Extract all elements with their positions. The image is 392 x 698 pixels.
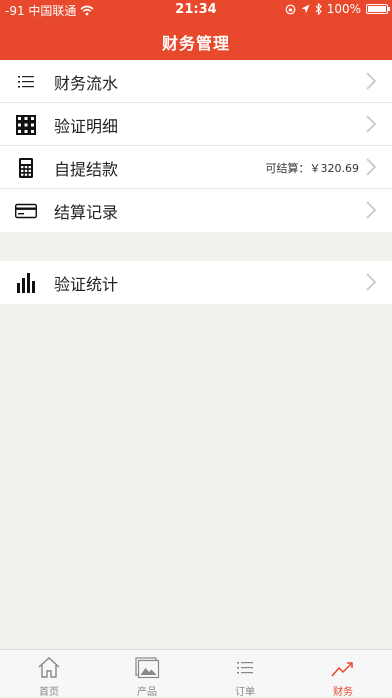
chevron-right-icon xyxy=(366,273,377,291)
row-label: 验证明细 xyxy=(54,117,119,136)
list-icon xyxy=(237,662,253,674)
row-label: 财务流水 xyxy=(54,74,119,93)
top-bar: -91 中国联通 21:34 100% 财务管理 xyxy=(0,0,392,60)
chevron-right-icon xyxy=(366,201,377,219)
tab-finance[interactable]: 财务 xyxy=(294,650,392,698)
row-finance-flow[interactable]: 财务流水 xyxy=(0,60,392,103)
chevron-right-icon xyxy=(366,158,377,176)
trend-icon xyxy=(331,662,353,677)
tab-products[interactable]: 产品 xyxy=(98,650,196,698)
row-verify-stats[interactable]: 验证统计 xyxy=(0,261,392,304)
page-title: 财务管理 xyxy=(161,34,230,53)
row-label: 结算记录 xyxy=(54,203,119,222)
bar-chart-icon xyxy=(17,273,35,293)
row-label: 验证统计 xyxy=(54,275,119,294)
grid-icon xyxy=(16,115,36,135)
calculator-icon xyxy=(19,158,33,178)
photos-icon xyxy=(135,657,160,679)
rotation-lock-icon xyxy=(285,4,296,14)
menu-group-finance: 财务流水 验证明细 自提结款 可结算：￥320.69 结算记录 xyxy=(0,60,392,232)
settleable-amount: 可结算：￥320.69 xyxy=(265,162,360,175)
home-icon xyxy=(38,657,60,678)
battery-icon xyxy=(366,4,390,14)
tab-orders[interactable]: 订单 xyxy=(196,650,294,698)
battery-percent: 100% xyxy=(326,2,361,16)
row-label: 自提结款 xyxy=(54,160,119,179)
menu-group-stats: 验证统计 xyxy=(0,261,392,304)
row-settlement-records[interactable]: 结算记录 xyxy=(0,189,392,232)
chevron-right-icon xyxy=(366,72,377,90)
status-right: 100% xyxy=(285,2,390,16)
list-icon xyxy=(18,76,34,88)
chevron-right-icon xyxy=(366,115,377,133)
card-icon xyxy=(15,203,37,219)
tab-home[interactable]: 首页 xyxy=(0,650,98,698)
battery-fill xyxy=(368,6,386,12)
bluetooth-icon xyxy=(315,3,322,15)
location-arrow-icon xyxy=(301,4,310,14)
row-self-pickup-settlement[interactable]: 自提结款 可结算：￥320.69 xyxy=(0,146,392,189)
row-verify-detail[interactable]: 验证明细 xyxy=(0,103,392,146)
tab-bar: 首页 产品 订单 财务 xyxy=(0,649,392,698)
status-bar: -91 中国联通 21:34 100% xyxy=(0,0,392,20)
